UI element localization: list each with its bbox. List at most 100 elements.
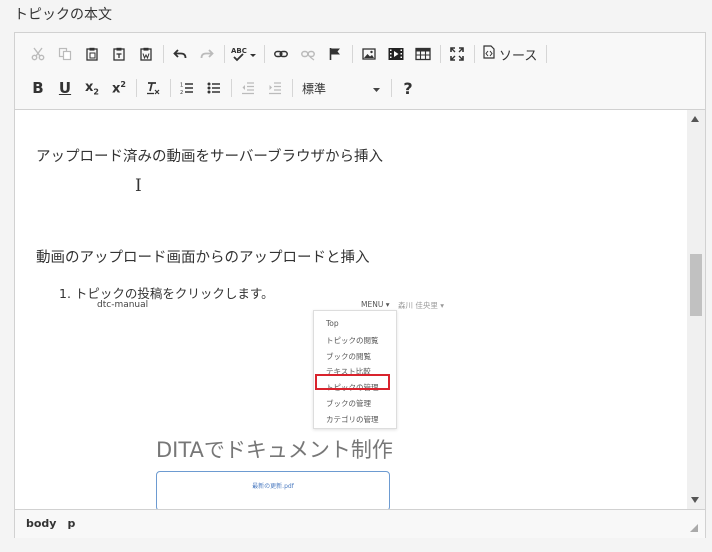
screenshot-menu-label: MENU ▾	[361, 300, 390, 309]
redo-icon	[200, 47, 214, 61]
screenshot-menu-item: ブックの管理	[326, 399, 371, 408]
help-icon: ?	[403, 78, 413, 98]
bold-icon: B	[32, 79, 44, 97]
paste-text-icon	[112, 47, 126, 61]
flag-icon	[328, 47, 342, 61]
underline-button[interactable]: U	[54, 77, 76, 99]
redo-button[interactable]	[196, 43, 218, 65]
maximize-button[interactable]	[446, 43, 468, 65]
table-button[interactable]	[412, 43, 434, 65]
text-cursor-icon: I	[135, 176, 142, 196]
toolbar-separator	[136, 79, 137, 97]
outdent-icon	[241, 81, 255, 95]
screenshot-menu-item: Top	[326, 319, 339, 328]
indent-button[interactable]	[264, 77, 286, 99]
superscript-icon: x2	[112, 79, 126, 97]
paste-word-icon	[139, 47, 153, 61]
source-icon	[483, 45, 495, 63]
element-path-body[interactable]: body	[26, 517, 56, 530]
indent-icon	[268, 81, 282, 95]
svg-text:2: 2	[180, 90, 183, 95]
screenshot-menu-item: ブックの閲覧	[326, 352, 371, 361]
table-icon	[415, 47, 431, 61]
format-select[interactable]: 標準	[298, 77, 384, 99]
toolbar-separator	[391, 79, 392, 97]
toolbar-separator	[163, 45, 164, 63]
spellcheck-button[interactable]: ABC	[230, 43, 258, 65]
spellcheck-icon: ABC	[231, 46, 257, 62]
bulleted-list-icon	[207, 81, 221, 95]
toolbar-separator	[231, 79, 232, 97]
bulleted-list-button[interactable]	[203, 77, 225, 99]
image-icon	[362, 47, 376, 61]
resize-handle-icon[interactable]	[690, 524, 698, 532]
help-button[interactable]: ?	[397, 77, 419, 99]
maximize-icon	[450, 47, 464, 61]
screenshot-card: 最新の更新.pdf	[156, 471, 390, 509]
screenshot-card-text: 最新の更新.pdf	[252, 483, 294, 490]
source-button[interactable]: ソース	[480, 43, 540, 65]
toolbar-separator	[170, 79, 171, 97]
content-paragraph-1[interactable]: アップロード済みの動画をサーバーブラウザから挿入	[36, 145, 383, 166]
toolbar-separator	[352, 45, 353, 63]
toolbar-separator	[224, 45, 225, 63]
paste-button[interactable]	[81, 43, 103, 65]
field-label: トピックの本文	[14, 7, 112, 23]
scroll-up-arrow-icon[interactable]	[691, 116, 699, 122]
scroll-down-arrow-icon[interactable]	[691, 497, 699, 503]
undo-icon	[173, 47, 187, 61]
unlink-icon	[301, 47, 315, 61]
screenshot-highlight-box	[315, 374, 390, 390]
superscript-button[interactable]: x2	[108, 77, 130, 99]
image-button[interactable]	[358, 43, 380, 65]
format-select-value: 標準	[302, 81, 327, 96]
embedded-screenshot-image[interactable]: dtc-manual MENU ▾ 森川 佳央里 ▾ Top トピックの閲覧 ブ…	[83, 296, 463, 509]
chevron-down-icon	[373, 81, 380, 95]
vertical-scrollbar[interactable]	[687, 110, 705, 509]
subscript-icon: x2	[85, 79, 99, 97]
paste-text-button[interactable]	[108, 43, 130, 65]
cut-icon	[31, 47, 45, 61]
paste-icon	[85, 47, 99, 61]
underline-icon: U	[58, 79, 72, 97]
toolbar-separator	[292, 79, 293, 97]
unlink-button[interactable]	[297, 43, 319, 65]
paste-word-button[interactable]	[135, 43, 157, 65]
cut-button[interactable]	[27, 43, 49, 65]
svg-text:1: 1	[180, 83, 183, 89]
screenshot-big-title: DITAでドキュメント制作	[156, 438, 393, 462]
editor-statusbar: body p	[15, 509, 705, 538]
toolbar-row-1: ABC ソース	[27, 41, 552, 67]
screenshot-user-label: 森川 佳央里 ▾	[398, 301, 445, 310]
bold-button[interactable]: B	[27, 77, 49, 99]
numbered-list-button[interactable]: 12	[176, 77, 198, 99]
screenshot-menu-item: カテゴリの管理	[326, 415, 379, 424]
link-button[interactable]	[270, 43, 292, 65]
element-path-p[interactable]: p	[67, 517, 75, 530]
toolbar-row-2: B U x2 x2 12 標準 ?	[27, 75, 424, 101]
screenshot-menu-item: トピックの閲覧	[326, 336, 379, 345]
toolbar-separator	[474, 45, 475, 63]
remove-format-button[interactable]	[142, 77, 164, 99]
svg-text:ABC: ABC	[231, 47, 247, 55]
link-icon	[274, 47, 288, 61]
video-icon	[388, 47, 404, 61]
undo-button[interactable]	[169, 43, 191, 65]
anchor-button[interactable]	[324, 43, 346, 65]
copy-button[interactable]	[54, 43, 76, 65]
toolbar-separator	[440, 45, 441, 63]
rich-text-editor: ABC ソース B U x2 x2 1 2 標準 ? アップロード済みの動画をサ…	[14, 32, 706, 538]
toolbar-separator	[264, 45, 265, 63]
subscript-button[interactable]: x2	[81, 77, 103, 99]
editor-content[interactable]: アップロード済みの動画をサーバーブラウザから挿入 I 動画のアップロード画面から…	[15, 110, 687, 509]
content-paragraph-2[interactable]: 動画のアップロード画面からのアップロードと挿入	[36, 246, 370, 267]
remove-format-icon	[146, 81, 160, 95]
scrollbar-thumb[interactable]	[690, 254, 702, 316]
outdent-button[interactable]	[237, 77, 259, 99]
video-button[interactable]	[385, 43, 407, 65]
editor-toolbar: ABC ソース B U x2 x2 1 2 標準 ?	[15, 33, 705, 110]
source-label: ソース	[499, 48, 538, 64]
screenshot-dropdown-menu: Top トピックの閲覧 ブックの閲覧 テキスト比較 トピックの管理 ブックの管理…	[313, 310, 397, 429]
numbered-list-icon: 12	[180, 81, 194, 95]
toolbar-separator	[546, 45, 548, 63]
